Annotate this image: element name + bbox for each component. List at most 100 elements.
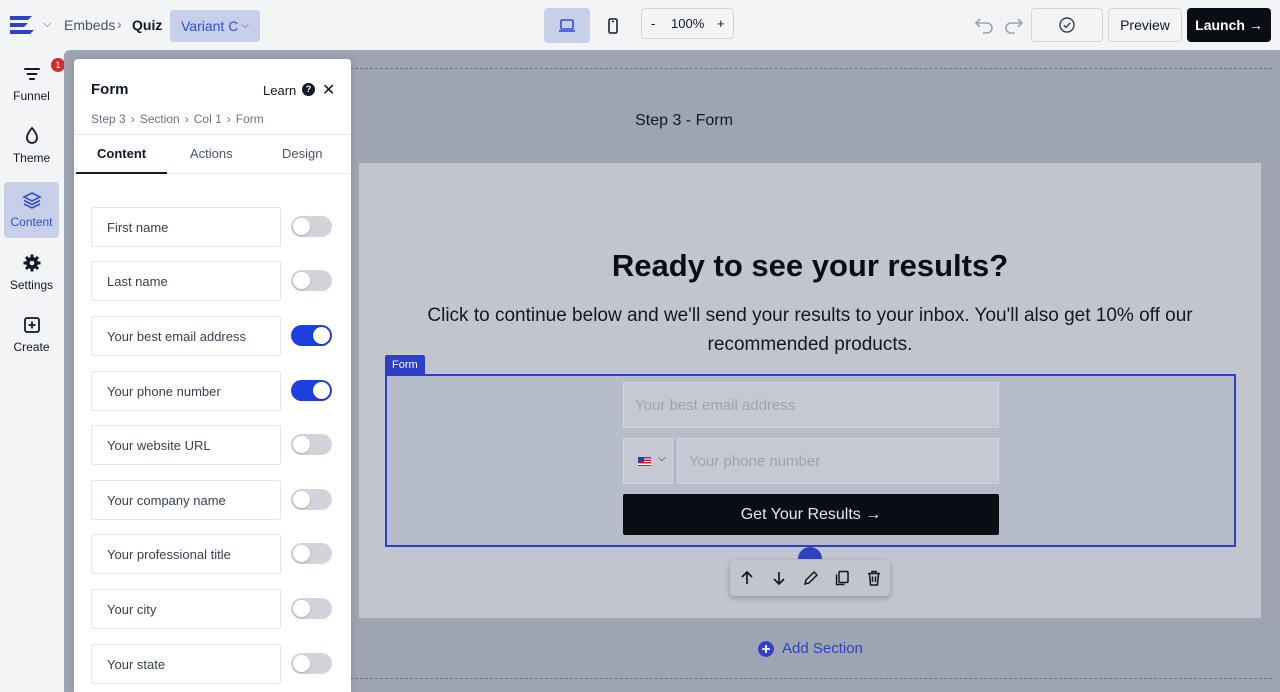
gear-icon xyxy=(23,254,41,272)
active-tab-indicator xyxy=(76,172,167,174)
rail-item-label: Content xyxy=(10,215,53,229)
field-toggle[interactable] xyxy=(291,598,332,619)
desktop-view-button[interactable] xyxy=(544,8,590,43)
country-select[interactable]: ⌵ xyxy=(623,438,673,484)
check-circle-icon xyxy=(1059,17,1075,33)
droplet-icon xyxy=(26,126,38,144)
toggle-knob xyxy=(313,382,330,399)
field-label-input[interactable]: Last name xyxy=(91,261,281,301)
breadcrumb-step[interactable]: Step 3 xyxy=(91,112,126,126)
breadcrumb-section[interactable]: Section xyxy=(140,112,180,126)
move-down-icon[interactable] xyxy=(770,569,788,587)
phone-field[interactable]: Your phone number xyxy=(677,438,999,484)
rail-item-label: Settings xyxy=(9,278,54,292)
variant-label: Variant C xyxy=(181,18,239,34)
toggle-knob xyxy=(293,436,310,453)
toggle-knob xyxy=(293,491,310,508)
panel-title: Form xyxy=(91,81,129,98)
field-label-input[interactable]: Your city xyxy=(91,589,281,629)
form-tag: Form xyxy=(385,355,425,375)
rail-item-create[interactable]: Create xyxy=(4,307,59,363)
learn-link[interactable]: Learn xyxy=(263,83,296,98)
plus-square-icon xyxy=(24,317,40,333)
rail-item-funnel[interactable]: 1 Funnel xyxy=(4,56,65,112)
left-rail: 1 Funnel Theme Content Settings Create xyxy=(0,50,65,692)
trash-icon[interactable] xyxy=(865,569,883,587)
field-toggle[interactable] xyxy=(291,653,332,674)
chevron-down-icon: ⌵ xyxy=(658,453,666,464)
content-section[interactable]: Ready to see your results? Click to cont… xyxy=(359,163,1261,618)
field-label-input[interactable]: Your company name xyxy=(91,480,281,520)
move-up-icon[interactable] xyxy=(738,569,756,587)
subheadline[interactable]: Click to continue below and we'll send y… xyxy=(409,301,1211,359)
launch-button[interactable]: Launch → xyxy=(1187,8,1271,42)
field-row: Your city xyxy=(91,589,333,629)
breadcrumb-form[interactable]: Form xyxy=(236,112,264,126)
form-block[interactable]: Your best email address ⌵ Your phone num… xyxy=(385,374,1236,547)
close-icon[interactable]: ✕ xyxy=(322,80,335,100)
field-label-input[interactable]: Your professional title xyxy=(91,534,281,574)
field-toggle[interactable] xyxy=(291,325,332,346)
field-row: Your website URL xyxy=(91,425,333,465)
field-toggle[interactable] xyxy=(291,380,332,401)
breadcrumb-embeds[interactable]: Embeds xyxy=(64,17,115,33)
layers-icon xyxy=(22,192,42,209)
chevron-right-icon: › xyxy=(226,112,231,126)
breadcrumb-quiz[interactable]: Quiz xyxy=(132,17,162,33)
zoom-in-button[interactable]: + xyxy=(717,16,725,31)
field-label-input[interactable]: Your state xyxy=(91,644,281,684)
copy-icon[interactable] xyxy=(833,569,851,587)
tab-content[interactable]: Content xyxy=(97,146,146,161)
brand-logo-icon[interactable] xyxy=(8,13,36,37)
chevron-right-icon: › xyxy=(184,112,189,126)
pencil-icon[interactable] xyxy=(802,569,820,587)
add-block-icon[interactable] xyxy=(798,547,822,559)
field-row: Your state xyxy=(91,644,333,684)
add-section-label: Add Section xyxy=(782,640,863,657)
field-toggle[interactable] xyxy=(291,489,332,510)
breadcrumb-column[interactable]: Col 1 xyxy=(194,112,222,126)
plus-circle-icon xyxy=(758,641,774,657)
rail-item-label: Create xyxy=(13,340,50,354)
toggle-knob xyxy=(313,327,330,344)
rail-item-settings[interactable]: Settings xyxy=(4,245,59,301)
email-field[interactable]: Your best email address xyxy=(623,382,999,428)
phone-icon xyxy=(608,17,618,34)
field-row: First name xyxy=(91,207,333,247)
field-row: Your best email address xyxy=(91,316,333,356)
rail-item-theme[interactable]: Theme xyxy=(4,118,59,174)
field-row: Last name xyxy=(91,261,333,301)
field-label-input[interactable]: First name xyxy=(91,207,281,247)
check-button[interactable] xyxy=(1031,8,1103,42)
help-icon[interactable]: ? xyxy=(302,83,315,96)
rail-item-content[interactable]: Content xyxy=(4,182,59,238)
field-label-input[interactable]: Your phone number xyxy=(91,371,281,411)
mobile-view-button[interactable] xyxy=(590,8,636,43)
submit-button[interactable]: Get Your Results → xyxy=(623,494,999,535)
rail-item-label: Theme xyxy=(12,151,51,165)
zoom-level: 100% xyxy=(671,16,705,31)
rail-item-label: Funnel xyxy=(13,89,50,103)
chevron-down-icon[interactable]: ⌵ xyxy=(43,18,51,31)
field-toggle[interactable] xyxy=(291,270,332,291)
zoom-out-button[interactable]: - xyxy=(651,16,655,31)
variant-selector[interactable]: Variant C ⌵ xyxy=(170,10,260,42)
preview-button[interactable]: Preview xyxy=(1108,8,1182,42)
field-label-input[interactable]: Your website URL xyxy=(91,425,281,465)
field-toggle[interactable] xyxy=(291,543,332,564)
notification-badge: 1 xyxy=(51,58,65,72)
tab-actions[interactable]: Actions xyxy=(190,146,233,161)
field-label-input[interactable]: Your best email address xyxy=(91,316,281,356)
undo-icon[interactable] xyxy=(973,13,995,35)
field-row: Your company name xyxy=(91,480,333,520)
top-bar: ⌵ Embeds › Quiz Variant C ⌵ - 100% + Pre… xyxy=(0,0,1280,50)
redo-icon[interactable] xyxy=(1003,13,1025,35)
field-toggle[interactable] xyxy=(291,216,332,237)
field-toggle[interactable] xyxy=(291,434,332,455)
form-settings-panel: Form Learn ? ✕ Step 3 › Section › Col 1 › Form… xyxy=(74,59,351,692)
chevron-right-icon: › xyxy=(130,112,135,126)
tab-design[interactable]: Design xyxy=(282,146,322,161)
headline[interactable]: Ready to see your results? xyxy=(359,248,1261,284)
toggle-knob xyxy=(293,272,310,289)
us-flag-icon xyxy=(638,457,651,466)
